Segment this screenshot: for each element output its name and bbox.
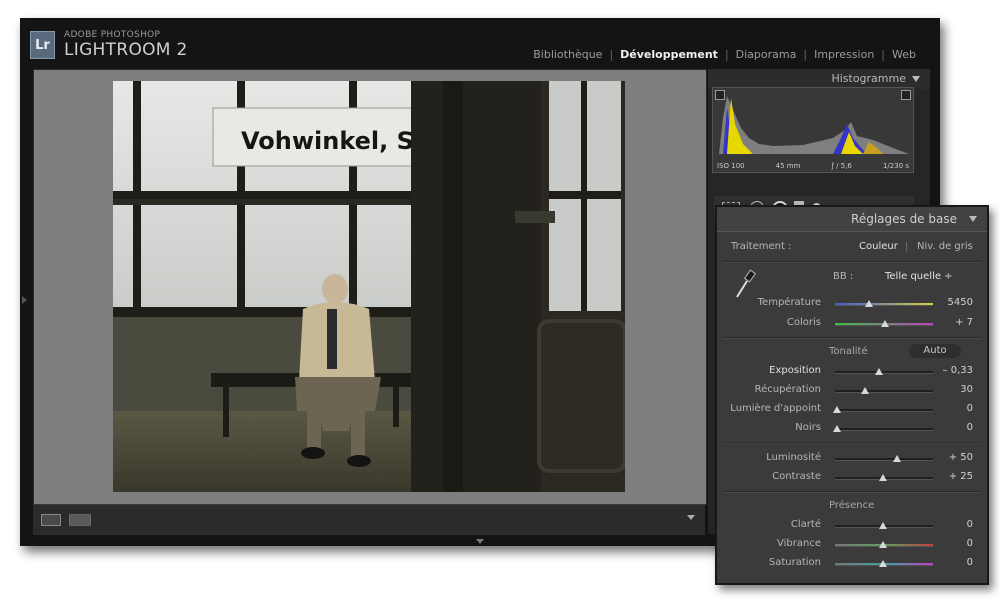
white-balance-picker-icon[interactable] xyxy=(733,269,759,301)
exposure-value[interactable]: – 0,33 xyxy=(943,365,973,376)
contrast-slider-thumb[interactable] xyxy=(879,474,887,481)
left-panel-toggle-icon[interactable] xyxy=(22,296,27,304)
exif-readout: ISO 100 45 mm ƒ / 5,6 1/230 s xyxy=(717,162,909,170)
section-divider xyxy=(723,491,981,493)
blacks-slider[interactable] xyxy=(833,425,933,432)
brightness-value[interactable]: + 50 xyxy=(949,452,973,463)
highlight-clipping-indicator-icon[interactable] xyxy=(901,90,911,100)
shadow-clipping-indicator-icon[interactable] xyxy=(715,90,725,100)
histogram-title: Histogramme xyxy=(831,72,906,85)
temperature-label: Température xyxy=(757,297,821,308)
section-divider xyxy=(723,442,981,444)
basic-panel-callout: Réglages de base Traitement : Couleur | … xyxy=(715,205,989,585)
exposure-slider[interactable] xyxy=(835,368,933,375)
module-separator: | xyxy=(609,48,614,61)
tint-value[interactable]: + 7 xyxy=(955,317,973,328)
saturation-label: Saturation xyxy=(768,557,821,568)
module-web[interactable]: Web xyxy=(892,48,916,61)
exposure-label: Exposition xyxy=(769,365,821,376)
before-after-button[interactable] xyxy=(69,514,91,526)
treatment-separator: | xyxy=(905,241,909,252)
loupe-view-button[interactable] xyxy=(41,514,61,526)
white-balance-label: BB : xyxy=(833,271,854,282)
clarity-label: Clarté xyxy=(790,519,821,530)
brightness-label: Luminosité xyxy=(766,452,821,463)
recovery-slider[interactable] xyxy=(835,387,933,394)
shutter-value: 1/230 s xyxy=(882,162,909,170)
lightroom-logo-icon: Lr xyxy=(30,31,55,59)
histogram[interactable]: ISO 100 45 mm ƒ / 5,6 1/230 s xyxy=(712,87,914,173)
histogram-collapse-icon[interactable] xyxy=(912,76,920,82)
white-balance-select[interactable]: Telle quelle ÷ xyxy=(885,271,953,282)
section-divider xyxy=(723,261,981,263)
saturation-slider[interactable] xyxy=(835,560,933,567)
saturation-slider-thumb[interactable] xyxy=(879,560,887,567)
blacks-slider-thumb[interactable] xyxy=(833,425,841,432)
tone-section-title: Tonalité xyxy=(829,346,868,357)
module-library[interactable]: Bibliothèque xyxy=(533,48,602,61)
module-separator: | xyxy=(724,48,729,61)
blacks-label: Noirs xyxy=(795,422,821,433)
identity-plate: Lr ADOBE PHOTOSHOP LIGHTROOM 2 Bibliothè… xyxy=(20,18,940,66)
module-slideshow[interactable]: Diaporama xyxy=(736,48,797,61)
recovery-slider-thumb[interactable] xyxy=(861,387,869,394)
contrast-label: Contraste xyxy=(772,471,821,482)
histogram-header[interactable]: Histogramme xyxy=(708,69,930,89)
auto-tone-button[interactable]: Auto xyxy=(909,344,961,358)
fill-light-value[interactable]: 0 xyxy=(967,403,973,414)
vibrance-value[interactable]: 0 xyxy=(967,538,973,549)
focal-length-value: 45 mm xyxy=(775,162,801,170)
recovery-value[interactable]: 30 xyxy=(960,384,973,395)
tint-label: Coloris xyxy=(786,317,821,328)
histogram-graph xyxy=(719,96,909,154)
module-separator: | xyxy=(881,48,886,61)
blacks-value[interactable]: 0 xyxy=(967,422,973,433)
bottom-panel-toggle-icon[interactable] xyxy=(476,539,484,544)
aperture-value: ƒ / 5,6 xyxy=(831,162,852,170)
basic-panel-body: Traitement : Couleur | Niv. de gris BB :… xyxy=(723,233,981,577)
tint-slider-thumb[interactable] xyxy=(881,320,889,327)
vibrance-slider[interactable] xyxy=(835,541,933,548)
treatment-color-option[interactable]: Couleur xyxy=(859,241,898,252)
section-divider xyxy=(723,337,981,339)
iso-value: ISO 100 xyxy=(717,162,745,170)
brightness-slider[interactable] xyxy=(835,455,933,462)
module-develop[interactable]: Développement xyxy=(620,48,718,61)
photo-preview: Vohwinkel, Sch xyxy=(113,81,625,492)
recovery-label: Récupération xyxy=(754,384,821,395)
exposure-slider-thumb[interactable] xyxy=(875,368,883,375)
fill-light-slider[interactable] xyxy=(833,406,933,413)
saturation-value[interactable]: 0 xyxy=(967,557,973,568)
clarity-slider[interactable] xyxy=(835,522,933,529)
clarity-slider-thumb[interactable] xyxy=(879,522,887,529)
fill-light-slider-thumb[interactable] xyxy=(833,406,841,413)
photo-canvas[interactable]: Vohwinkel, Sch xyxy=(33,69,707,505)
module-picker: Bibliothèque | Développement | Diaporama… xyxy=(533,48,916,61)
tint-slider[interactable] xyxy=(835,320,933,327)
brand-small-text: ADOBE PHOTOSHOP xyxy=(64,30,161,40)
brightness-slider-thumb[interactable] xyxy=(893,455,901,462)
fill-light-label: Lumière d'appoint xyxy=(730,403,821,414)
module-separator: | xyxy=(803,48,808,61)
basic-panel-collapse-icon[interactable] xyxy=(969,216,977,222)
treatment-label: Traitement : xyxy=(731,241,792,252)
module-print[interactable]: Impression xyxy=(814,48,874,61)
vibrance-slider-thumb[interactable] xyxy=(879,541,887,548)
clarity-value[interactable]: 0 xyxy=(967,519,973,530)
basic-panel-title: Réglages de base xyxy=(851,212,957,226)
vibrance-label: Vibrance xyxy=(777,538,821,549)
treatment-grayscale-option[interactable]: Niv. de gris xyxy=(917,241,973,252)
brand-title: LIGHTROOM 2 xyxy=(64,40,188,60)
contrast-slider[interactable] xyxy=(835,474,933,481)
toolbar-menu-icon[interactable] xyxy=(687,515,695,520)
temperature-value[interactable]: 5450 xyxy=(948,297,973,308)
basic-panel-header[interactable]: Réglages de base xyxy=(717,207,987,232)
temperature-slider[interactable] xyxy=(835,300,933,307)
presence-section-title: Présence xyxy=(829,500,875,511)
temperature-slider-thumb[interactable] xyxy=(865,300,873,307)
bottom-toolbar xyxy=(33,504,705,535)
photo-image: Vohwinkel, Sch xyxy=(113,81,625,492)
contrast-value[interactable]: + 25 xyxy=(949,471,973,482)
